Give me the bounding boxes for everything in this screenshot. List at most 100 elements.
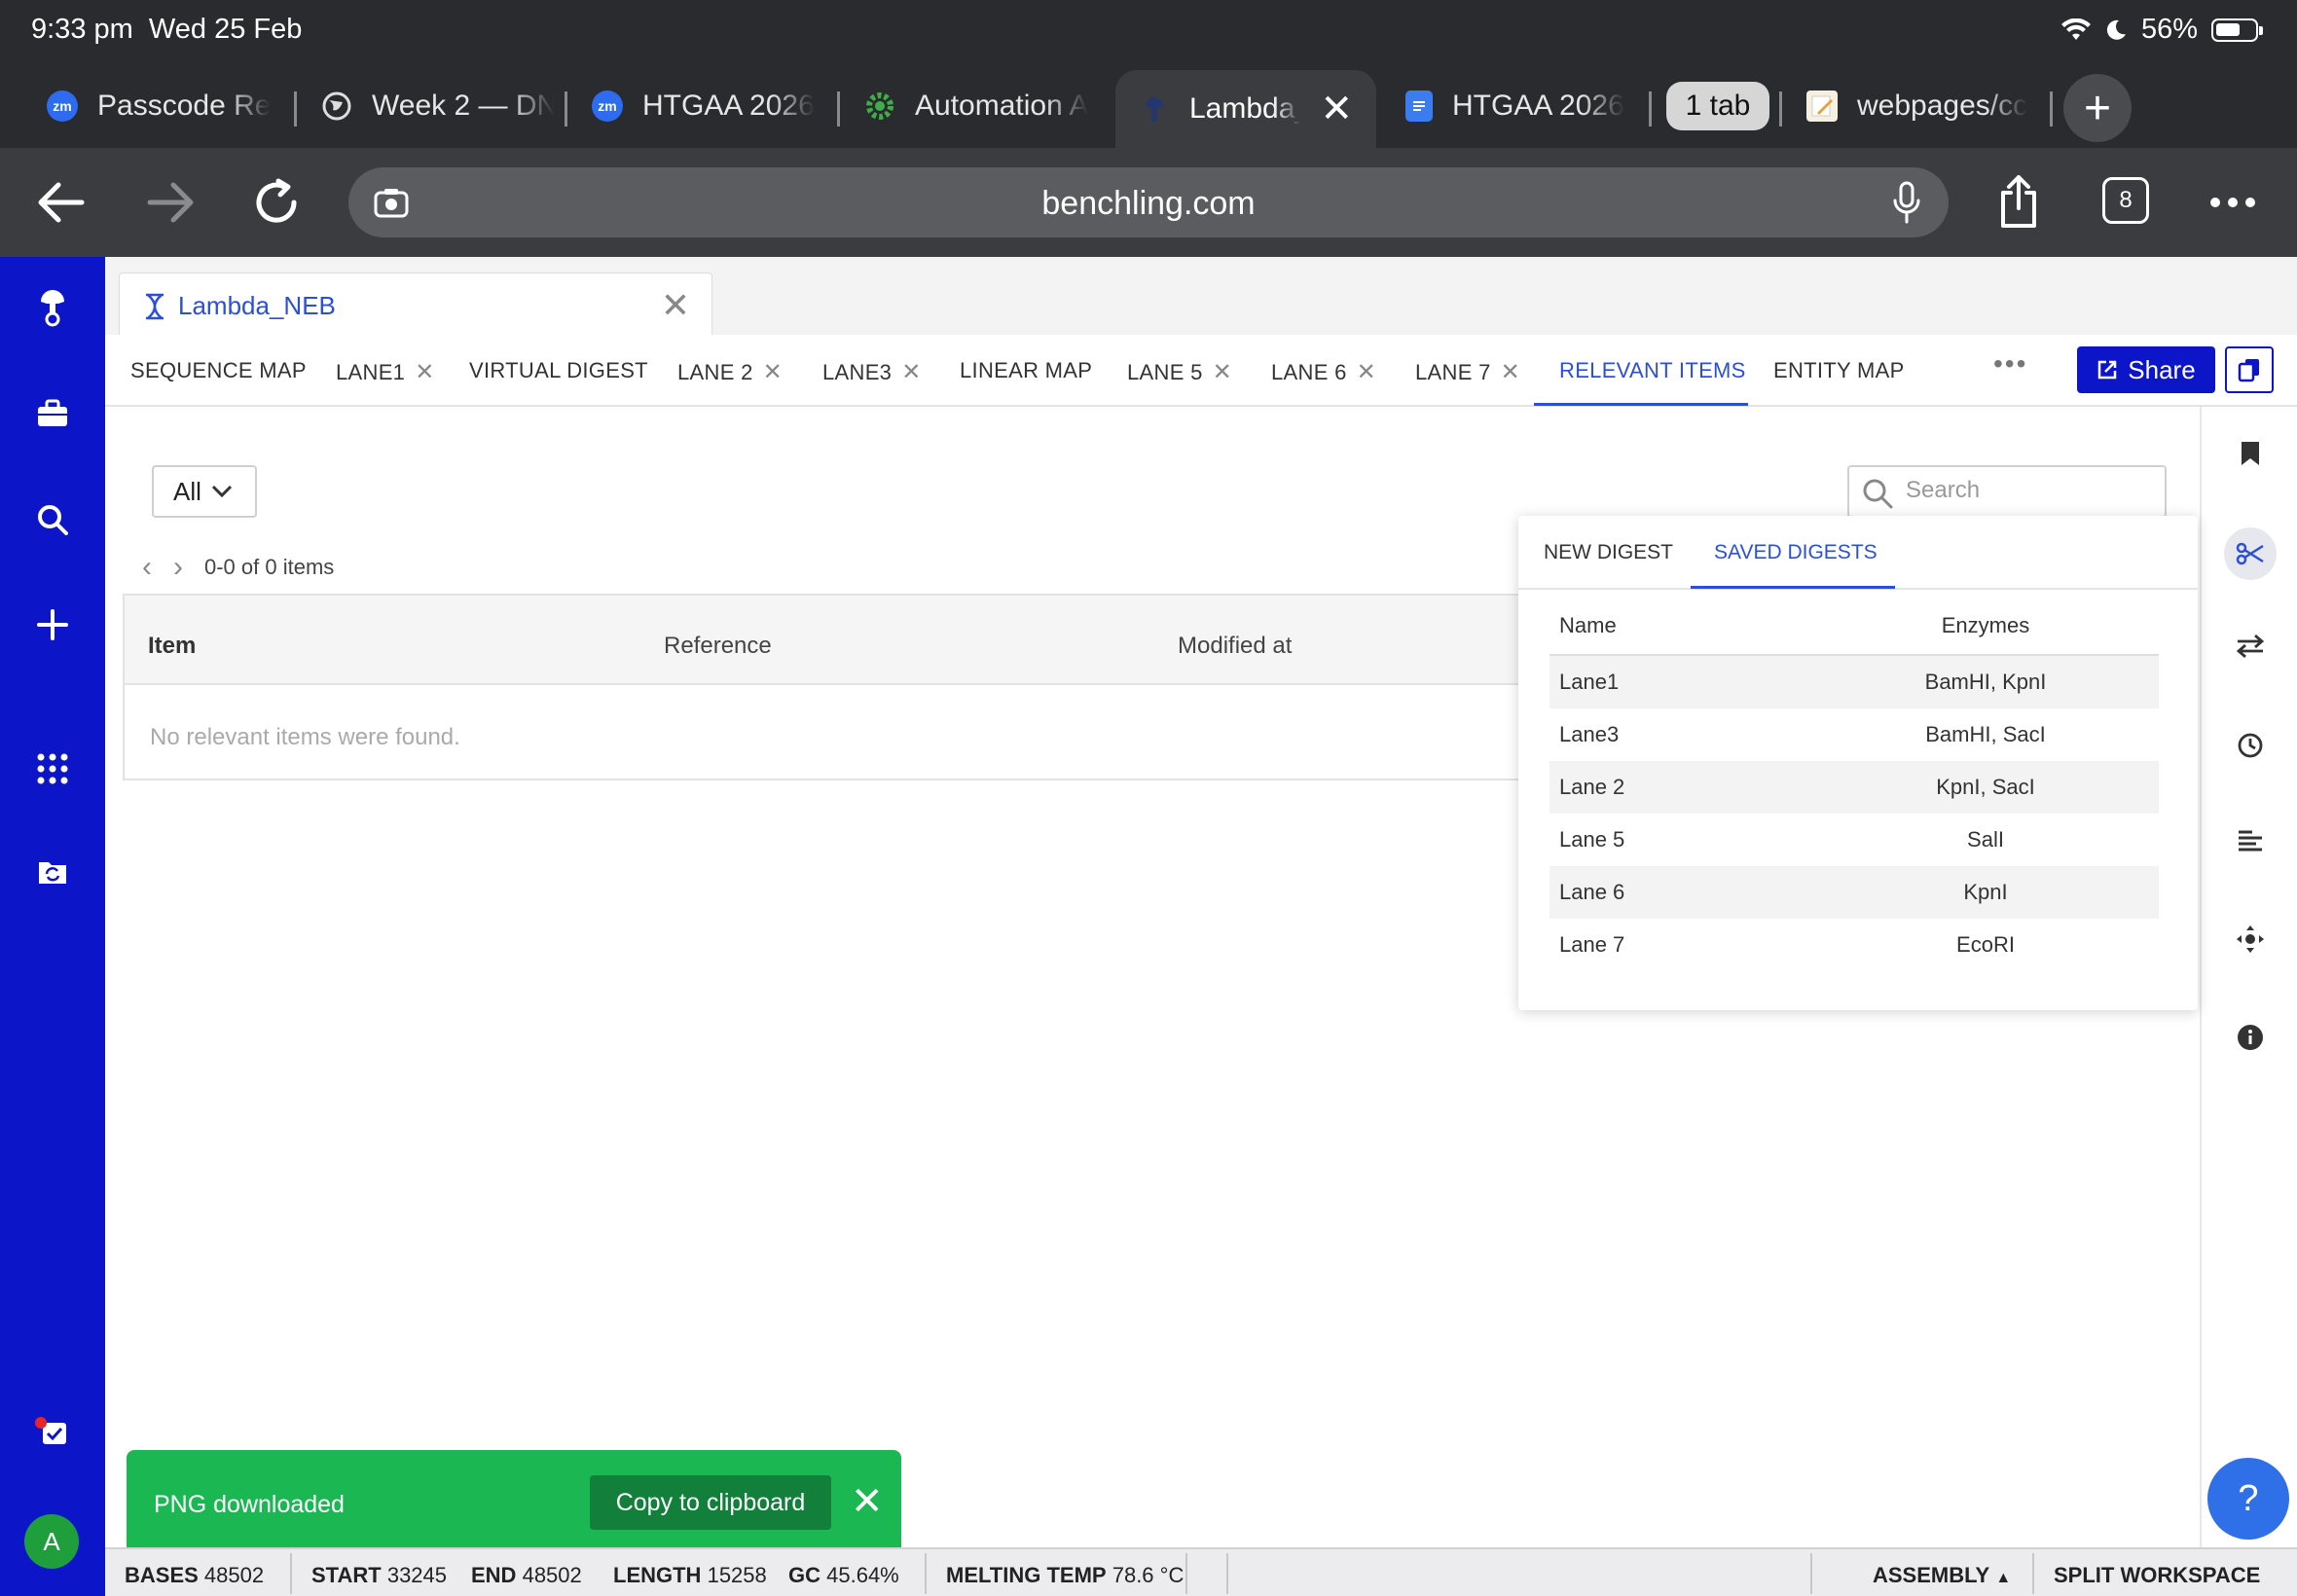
app-left-nav: A: [0, 257, 105, 1596]
tab-overview-button[interactable]: 8: [2102, 177, 2149, 224]
more-menu-icon[interactable]: [2209, 197, 2256, 208]
bookmark-icon[interactable]: [2202, 440, 2297, 467]
tab-lane-7[interactable]: LANE 7 ✕: [1415, 358, 1520, 386]
tasks-checkbox-icon[interactable]: [0, 1415, 105, 1448]
zoom-icon: zm: [47, 91, 78, 122]
briefcase-icon[interactable]: [0, 399, 105, 428]
back-arrow-icon[interactable]: [37, 181, 86, 224]
reload-icon[interactable]: [251, 177, 302, 228]
tab-group-button[interactable]: 1 tab: [1666, 82, 1769, 130]
copy-button[interactable]: [2225, 346, 2274, 393]
close-document-icon[interactable]: ✕: [661, 285, 690, 326]
table-row[interactable]: Lane 2 KpnI, SacI: [1550, 761, 2159, 814]
search-input[interactable]: [1906, 477, 2149, 504]
item-type-filter[interactable]: All: [152, 465, 257, 518]
tab-sequence-map[interactable]: SEQUENCE MAP: [130, 358, 307, 383]
microphone-icon[interactable]: [1892, 181, 1921, 224]
user-avatar[interactable]: A: [24, 1514, 79, 1569]
search-field[interactable]: [1847, 465, 2167, 518]
tab-saved-digests[interactable]: SAVED DIGESTS: [1714, 541, 1878, 564]
table-row[interactable]: Lane3 BamHI, SacI: [1550, 708, 2159, 761]
plus-icon[interactable]: [0, 609, 105, 640]
melting-temp-stat: MELTING TEMP 78.6 °C: [946, 1563, 1185, 1587]
table-header: Name Enzymes: [1550, 598, 2159, 656]
new-tab-button[interactable]: +: [2063, 74, 2132, 142]
search-icon: [1863, 479, 1893, 509]
search-icon[interactable]: [0, 504, 105, 535]
tab-lane-5[interactable]: LANE 5 ✕: [1127, 358, 1232, 386]
next-page-icon[interactable]: ›: [173, 551, 183, 584]
tab-lane-2[interactable]: LANE 2 ✕: [677, 358, 783, 386]
digest-scissors-icon[interactable]: [2202, 527, 2297, 580]
align-text-icon[interactable]: [2202, 829, 2297, 852]
info-icon[interactable]: [2202, 1024, 2297, 1051]
table-row[interactable]: Lane 5 SalI: [1550, 814, 2159, 866]
globe-icon: [321, 91, 352, 122]
close-toast-icon[interactable]: ✕: [851, 1479, 884, 1524]
close-tab-icon[interactable]: ✕: [1357, 359, 1376, 385]
column-header-item[interactable]: Item: [148, 633, 196, 660]
copy-to-clipboard-button[interactable]: Copy to clipboard: [590, 1475, 831, 1530]
active-tab-indicator: [1534, 403, 1748, 406]
split-workspace-button[interactable]: SPLIT WORKSPACE: [2054, 1563, 2260, 1588]
toast-message: PNG downloaded: [154, 1491, 345, 1518]
bases-stat: BASES 48502: [125, 1563, 265, 1587]
divider: [1185, 1553, 1187, 1594]
sync-folder-icon[interactable]: [0, 858, 105, 886]
browser-tab-4[interactable]: Automation A: [864, 70, 1088, 142]
document-tab-row: Lambda_NEB ✕: [105, 257, 2297, 335]
digest-popover: NEW DIGEST SAVED DIGESTS Name Enzymes La…: [1518, 516, 2198, 1010]
tab-lane-6[interactable]: LANE 6 ✕: [1271, 358, 1376, 386]
browser-tab-1[interactable]: zm Passcode Re: [47, 70, 271, 142]
share-sheet-icon[interactable]: [1997, 173, 2040, 230]
notepad-icon: [1806, 91, 1838, 122]
empty-state-message: No relevant items were found.: [150, 724, 460, 750]
tab-entity-map[interactable]: ENTITY MAP: [1773, 358, 1905, 383]
table-row[interactable]: Lane 6 KpnI: [1550, 866, 2159, 919]
close-tab-icon[interactable]: ✕: [1213, 359, 1232, 385]
close-tab-icon[interactable]: ✕: [1320, 87, 1353, 131]
help-button[interactable]: ?: [2207, 1458, 2289, 1540]
close-tab-icon[interactable]: ✕: [415, 359, 434, 385]
tab-lane3[interactable]: LANE3 ✕: [822, 358, 922, 386]
status-right: 56%: [2060, 14, 2263, 46]
close-tab-icon[interactable]: ✕: [1501, 359, 1520, 385]
forward-arrow-icon[interactable]: [146, 181, 195, 224]
history-clock-icon[interactable]: [2202, 732, 2297, 759]
browser-tab-2[interactable]: Week 2 — DN: [321, 70, 555, 142]
crosshair-move-icon[interactable]: [2202, 925, 2297, 954]
column-header-modified[interactable]: Modified at: [1178, 633, 1292, 660]
url-field[interactable]: benchling.com: [348, 167, 1949, 237]
column-header-reference[interactable]: Reference: [664, 633, 772, 660]
document-tab-lambda[interactable]: Lambda_NEB ✕: [119, 272, 712, 335]
close-tab-icon[interactable]: ✕: [901, 359, 921, 385]
table-row[interactable]: Lane 7 EcoRI: [1550, 919, 2159, 971]
tab-relevant-items[interactable]: RELEVANT ITEMS: [1559, 358, 1746, 383]
tab-virtual-digest[interactable]: VIRTUAL DIGEST: [469, 358, 648, 383]
divider: [2032, 1553, 2034, 1594]
share-button[interactable]: Share: [2077, 346, 2215, 393]
active-tab-indicator: [1691, 586, 1895, 589]
google-docs-icon: [1405, 91, 1433, 122]
close-tab-icon[interactable]: ✕: [763, 359, 783, 385]
more-tabs-icon[interactable]: •••: [1993, 348, 2027, 380]
copy-icon: [2238, 359, 2259, 382]
prev-page-icon[interactable]: ‹: [142, 551, 152, 584]
browser-tab-3[interactable]: zm HTGAA 2026: [592, 70, 816, 142]
benchling-logo-icon[interactable]: [0, 286, 105, 329]
apps-grid-icon[interactable]: [0, 753, 105, 784]
tab-new-digest[interactable]: NEW DIGEST: [1544, 541, 1673, 564]
start-stat: START 33245: [311, 1563, 448, 1587]
browser-tab-6[interactable]: HTGAA 2026: [1405, 70, 1629, 142]
tab-lane1[interactable]: LANE1 ✕: [336, 358, 435, 386]
assembly-menu[interactable]: ASSEMBLY ▲: [1873, 1563, 2011, 1588]
browser-tab-bar: zm Passcode Re Week 2 — DN zm HTGAA 2026…: [0, 62, 2297, 148]
tab-linear-map[interactable]: LINEAR MAP: [960, 358, 1092, 383]
divider: [1226, 1553, 1228, 1594]
column-header-name: Name: [1559, 613, 1617, 637]
pagination: ‹ › 0-0 of 0 items: [142, 551, 334, 584]
swap-arrows-icon[interactable]: [2202, 635, 2297, 658]
table-row[interactable]: Lane1 BamHI, KpnI: [1550, 656, 2159, 708]
browser-tab-active[interactable]: Lambda_ ✕: [1115, 70, 1376, 148]
browser-tab-7[interactable]: webpages/cc: [1806, 70, 2030, 142]
